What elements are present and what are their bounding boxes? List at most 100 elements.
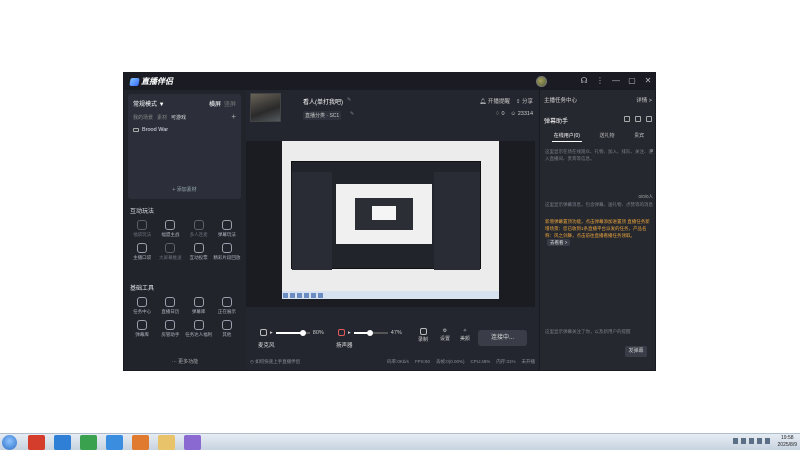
left-panel: 常规模式 ▼ 横屏 竖屏 我的场景 素材 可游戏 + Brood War + 添… [124, 90, 246, 370]
basic-tools-grid: 任务中心 直播日历 弹幕库 正在展示 弹幕库 房管助手 任务达人福利 其他 [128, 297, 241, 338]
add-scene-icon[interactable]: + [231, 112, 236, 121]
tab-vip[interactable]: 贵宾 [632, 130, 646, 142]
settings-button[interactable]: ⚙ 设置 [440, 328, 450, 342]
more-features-button[interactable]: ··· 更多功能 [124, 358, 246, 365]
browser-icon[interactable] [80, 435, 97, 450]
tool-display[interactable]: 正在展示 [213, 297, 241, 315]
chat-icon [137, 320, 148, 330]
live-companion-taskbar-icon[interactable] [184, 435, 201, 450]
tab-online-users[interactable]: 在线用户(0) [551, 130, 582, 142]
calendar-icon [165, 297, 176, 307]
beauty-icon: ✧ [462, 328, 468, 334]
online-count: 0 [650, 148, 653, 153]
viewer-count: ☺ 23314 [510, 111, 533, 117]
edit-title-icon[interactable]: ✎ [347, 97, 351, 103]
app-icon-orange[interactable] [132, 435, 149, 450]
tool-danmu-library[interactable]: 弹幕库 [185, 297, 213, 315]
download-icon [221, 220, 232, 230]
tool-guild-battle[interactable]: 福盟主战 [156, 220, 184, 238]
menu-icon[interactable]: ⋮ [595, 76, 605, 86]
tool-lucky-bag[interactable]: 福袋玩法 [128, 220, 156, 238]
tool-chat[interactable]: 弹幕库 [128, 320, 156, 338]
help-link[interactable]: ◷ 如何快速上手直播伴侣 [250, 359, 300, 365]
stream-preview[interactable] [246, 141, 535, 307]
room-title[interactable]: 看人(单打我吧) [303, 97, 343, 106]
interactive-tools-grid: 福袋玩法 福盟主战 多人连麦 弹幕玩法 主播口袋 大屏幕推送 互动投票 精彩片段… [128, 220, 241, 261]
ie-icon[interactable] [54, 435, 71, 450]
clock[interactable]: 19:58 2025/8/9 [778, 435, 797, 449]
microphone-icon[interactable] [260, 329, 267, 336]
add-source-button[interactable]: + 添加素材 [128, 186, 241, 193]
tool-reward[interactable]: 任务达人福利 [185, 320, 213, 338]
share-link[interactable]: 分享 [522, 99, 533, 105]
tool-danmu-play[interactable]: 弹幕玩法 [213, 220, 241, 238]
tool-vote[interactable]: 互动投票 [185, 243, 213, 261]
system-tray[interactable] [733, 438, 770, 444]
share-icon[interactable]: ⇪ 分享 [516, 97, 533, 105]
screen-icon [165, 243, 176, 253]
user-avatar[interactable] [536, 76, 547, 87]
tab-landscape[interactable]: 横屏 [209, 99, 221, 108]
tool-other[interactable]: 其他 [213, 320, 241, 338]
clock-date: 2025/8/9 [777, 442, 797, 448]
right-panel: 主播任务中心 详情 > 弹幕助手 在线用户(0) 送礼物 贵宾 这里显示在场在线… [539, 90, 655, 370]
task-notice: 新增弹幕置顶功能，点击弹幕添加进置顶 直播任务新增场景：您已收到1条直播平台派发… [545, 219, 650, 246]
speaker-label: 扬声器 [336, 343, 353, 349]
expand-icon[interactable] [646, 116, 652, 122]
live-reminder-link[interactable]: 开播提醒 [488, 99, 510, 105]
tab-my-scenes[interactable]: 我的场景 [133, 114, 153, 121]
minimize-icon[interactable]: — [611, 76, 621, 86]
popout-icon[interactable] [624, 116, 630, 122]
bitrate: 码率:0Kb/s [387, 359, 409, 364]
speaker-volume-slider[interactable] [353, 329, 388, 336]
tool-anchor-pocket[interactable]: 主播口袋 [128, 243, 156, 261]
tab-materials[interactable]: 素材 [157, 114, 167, 121]
tab-games[interactable]: 可游戏 [171, 114, 186, 121]
danmu-hint: 这里显示弹幕消息，包含弹幕、送礼物、点赞等的消息 [545, 202, 653, 207]
wps-icon[interactable] [28, 435, 45, 450]
room-category[interactable]: 直播分类 · SC1 [303, 111, 342, 120]
app-icon-blue[interactable] [106, 435, 123, 450]
settings-icon[interactable] [635, 116, 641, 122]
maximize-icon[interactable]: ▢ [627, 76, 637, 86]
close-icon[interactable]: ✕ [643, 76, 653, 86]
tool-replay[interactable]: 精彩片段回放 [213, 243, 241, 261]
mic-volume-slider[interactable] [275, 329, 310, 336]
task-center-title: 主播任务中心 [544, 98, 578, 104]
windows-taskbar: 19:58 2025/8/9 [0, 433, 800, 450]
nested-preview [291, 161, 481, 270]
like-count: ♢ 0 [495, 111, 505, 117]
task-icon [137, 297, 148, 307]
view-task-button[interactable]: 去看看 > [547, 239, 571, 246]
source-item[interactable]: Brood War [133, 127, 168, 133]
speaker-icon[interactable] [338, 329, 345, 336]
tool-multi-mic[interactable]: 多人连麦 [185, 220, 213, 238]
tool-room-manager[interactable]: 房管助手 [156, 320, 184, 338]
status-bar: ◷ 如何快速上手直播伴侣 码率:0Kb/s FPS:60 丢帧:0(0.00%)… [246, 354, 539, 370]
tab-portrait[interactable]: 竖屏 [224, 99, 236, 108]
replay-icon [221, 243, 232, 253]
explorer-icon[interactable] [158, 435, 175, 450]
go-live-button[interactable]: 连接中... [478, 330, 527, 346]
task-detail-link[interactable]: 详情 > [636, 96, 652, 104]
mode-selector[interactable]: 常规模式 ▼ [133, 99, 165, 108]
title-bar: 直播伴侣 ☊ ⋮ — ▢ ✕ [124, 73, 655, 90]
edit-category-icon[interactable]: ✎ [350, 111, 354, 117]
shield-icon [165, 220, 176, 230]
smile-icon [221, 320, 232, 330]
tab-gifts[interactable]: 送礼物 [598, 130, 617, 142]
headset-icon[interactable]: ☊ [579, 76, 589, 86]
start-button[interactable] [2, 435, 17, 450]
bell-icon[interactable]: 🔔︎ 开播提醒 [479, 97, 510, 105]
send-danmu-button[interactable]: 发弹幕 [625, 346, 647, 357]
room-cover-thumbnail[interactable] [250, 93, 281, 122]
beauty-button[interactable]: ✧ 美颜 [460, 328, 470, 342]
live-companion-window: 直播伴侣 ☊ ⋮ — ▢ ✕ 常规模式 ▼ 横屏 竖屏 我的场景 素材 可游戏 … [123, 72, 656, 371]
follow-hint: 这里显示弹幕关注了你，以及新用户的提醒 [545, 329, 631, 334]
tool-big-screen[interactable]: 大屏幕推送 [156, 243, 184, 261]
camera-icon [419, 328, 427, 335]
tool-task-center[interactable]: 任务中心 [128, 297, 156, 315]
tool-calendar[interactable]: 直播日历 [156, 297, 184, 315]
scene-card: 常规模式 ▼ 横屏 竖屏 我的场景 素材 可游戏 + Brood War + 添… [128, 94, 241, 199]
record-button[interactable]: 录制 [418, 328, 428, 343]
